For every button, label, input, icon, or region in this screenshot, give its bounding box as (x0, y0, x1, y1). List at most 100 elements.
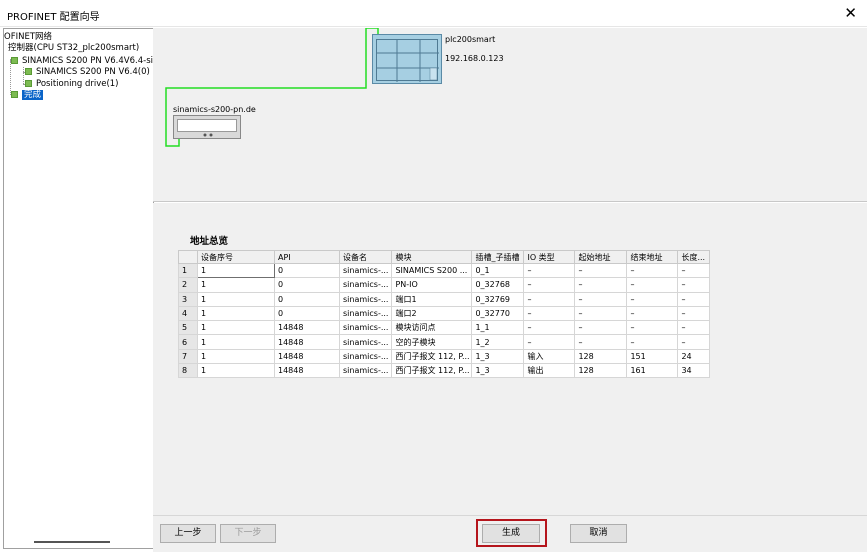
table-cell[interactable]: 1 (197, 305, 275, 322)
table-cell[interactable]: 0 (274, 305, 340, 322)
table-cell[interactable]: 端口2 (391, 305, 473, 322)
table-cell[interactable]: 14848 (274, 334, 340, 350)
table-cell[interactable]: – (523, 277, 576, 293)
table-cell[interactable]: – (677, 277, 711, 293)
table-cell[interactable]: sinamics-... (338, 291, 393, 307)
tree-item-device[interactable]: SINAMICS S200 PN V6.4V6.4-sinan (11, 56, 153, 67)
column-header[interactable]: 插槽_子插槽 (471, 250, 525, 264)
table-cell[interactable]: – (626, 305, 679, 322)
table-row[interactable]: 7 1 14848 sinamics-... 西门子报文 112, P... 1_3 输入 1… (178, 348, 711, 365)
next-button[interactable]: 下一步 (220, 524, 276, 543)
table-cell[interactable]: 西门子报文 112, P... (391, 348, 473, 365)
plc-device-icon[interactable] (372, 34, 442, 84)
table-cell[interactable]: 0 (274, 262, 340, 279)
table-cell[interactable]: 1 (197, 277, 275, 293)
tree-item-finish[interactable]: 完成 (11, 90, 44, 101)
table-cell[interactable]: 14848 (274, 363, 340, 379)
table-cell[interactable]: 24 (677, 348, 711, 365)
table-cell[interactable]: 128 (574, 363, 628, 379)
table-cell[interactable]: – (523, 291, 576, 307)
table-row[interactable]: 5 1 14848 sinamics-... 模块访问点 1_1– – – – (178, 320, 711, 336)
table-cell[interactable]: – (574, 334, 628, 350)
table-cell[interactable]: sinamics-... (338, 320, 393, 336)
table-cell[interactable]: 输入 (523, 348, 576, 365)
table-row[interactable]: 2 1 0 sinamics-... PN-IO 0_32768– – – – (178, 277, 711, 293)
table-cell[interactable]: 0_32768 (471, 277, 525, 293)
table-cell[interactable]: – (523, 262, 576, 279)
table-cell[interactable]: SINAMICS S200 ... (391, 262, 473, 279)
table-cell[interactable]: – (677, 291, 711, 307)
table-cell[interactable]: 输出 (523, 363, 576, 379)
table-cell[interactable]: – (574, 305, 628, 322)
table-cell[interactable]: 0_32770 (471, 305, 525, 322)
table-cell[interactable]: 端口1 (391, 291, 473, 307)
table-cell[interactable]: PN-IO (391, 277, 473, 293)
drive-device-icon[interactable] (173, 115, 241, 139)
table-cell[interactable]: 模块访问点 (391, 320, 473, 336)
table-cell[interactable]: – (626, 291, 679, 307)
table-cell[interactable]: – (523, 334, 576, 350)
table-cell[interactable]: 0_1 (471, 262, 525, 279)
table-cell[interactable]: – (574, 277, 628, 293)
tree-item-controller[interactable]: 控制器(CPU ST32_plc200smart) (8, 43, 139, 54)
table-cell[interactable]: – (523, 320, 576, 336)
table-cell[interactable]: – (574, 320, 628, 336)
table-cell[interactable]: sinamics-... (338, 363, 393, 379)
table-cell[interactable]: – (677, 262, 711, 279)
tree-item-submodule[interactable]: SINAMICS S200 PN V6.4(0) (25, 67, 150, 78)
table-cell[interactable]: – (677, 320, 711, 336)
table-cell[interactable]: 151 (626, 348, 679, 365)
column-header[interactable]: 长度... (677, 250, 711, 264)
column-header[interactable]: IO 类型 (523, 250, 576, 264)
table-cell[interactable]: – (677, 334, 711, 350)
table-cell[interactable]: 1_3 (471, 348, 525, 365)
table-cell[interactable]: sinamics-... (338, 348, 393, 365)
prev-button[interactable]: 上一步 (160, 524, 216, 543)
table-cell[interactable]: sinamics-... (338, 334, 393, 350)
horizontal-scrollbar[interactable] (34, 541, 110, 543)
generate-button[interactable]: 生成 (482, 524, 540, 543)
table-cell[interactable]: 1_1 (471, 320, 525, 336)
table-row[interactable]: 3 1 0 sinamics-... 端口1 0_32769– – – – (178, 291, 711, 307)
table-cell[interactable]: 1_3 (471, 363, 525, 379)
table-cell[interactable]: – (626, 320, 679, 336)
table-cell[interactable]: 161 (626, 363, 679, 379)
table-cell[interactable]: sinamics-... (338, 262, 393, 279)
table-cell[interactable]: 14848 (274, 348, 340, 365)
tree-item-network[interactable]: OFINET网络 (4, 32, 52, 43)
table-cell[interactable]: 34 (677, 363, 711, 379)
cancel-button[interactable]: 取消 (570, 524, 627, 543)
column-header[interactable]: 起始地址 (574, 250, 628, 264)
table-cell[interactable]: – (626, 334, 679, 350)
column-header[interactable]: 设备序号 (197, 250, 275, 264)
table-cell[interactable]: 1 (197, 262, 275, 279)
column-header[interactable]: API (274, 250, 340, 264)
table-cell[interactable]: 1 (197, 291, 275, 307)
table-cell[interactable]: 128 (574, 348, 628, 365)
table-row[interactable]: 4 1 0 sinamics-... 端口2 0_32770– – – – (178, 305, 711, 322)
table-cell[interactable]: 1 (197, 334, 275, 350)
table-cell[interactable]: 空的子模块 (391, 334, 473, 350)
column-header[interactable]: 结束地址 (626, 250, 679, 264)
column-header[interactable]: 模块 (391, 250, 473, 264)
table-cell[interactable]: 1 (197, 320, 275, 336)
table-cell[interactable]: sinamics-... (338, 277, 393, 293)
table-row[interactable]: 6 1 14848 sinamics-... 空的子模块 1_2– – – – (178, 334, 711, 350)
table-cell[interactable]: – (574, 291, 628, 307)
table-cell[interactable]: 1_2 (471, 334, 525, 350)
table-row[interactable]: 8 1 14848 sinamics-... 西门子报文 112, P... 1_3 输出 1… (178, 363, 711, 379)
table-cell[interactable]: 0 (274, 277, 340, 293)
column-header[interactable]: 设备名 (338, 250, 393, 264)
table-cell[interactable]: 14848 (274, 320, 340, 336)
table-cell[interactable]: 西门子报文 112, P... (391, 363, 473, 379)
tree-item-positioning-drive[interactable]: Positioning drive(1) (25, 79, 119, 90)
table-cell[interactable]: 0_32769 (471, 291, 525, 307)
table-cell[interactable]: – (574, 262, 628, 279)
close-icon[interactable]: ✕ (844, 4, 857, 22)
table-cell[interactable]: – (626, 277, 679, 293)
table-cell[interactable]: – (677, 305, 711, 322)
table-cell[interactable]: sinamics-... (338, 305, 393, 322)
table-cell[interactable]: 0 (274, 291, 340, 307)
table-cell[interactable]: 1 (197, 348, 275, 365)
table-cell[interactable]: 1 (197, 363, 275, 379)
